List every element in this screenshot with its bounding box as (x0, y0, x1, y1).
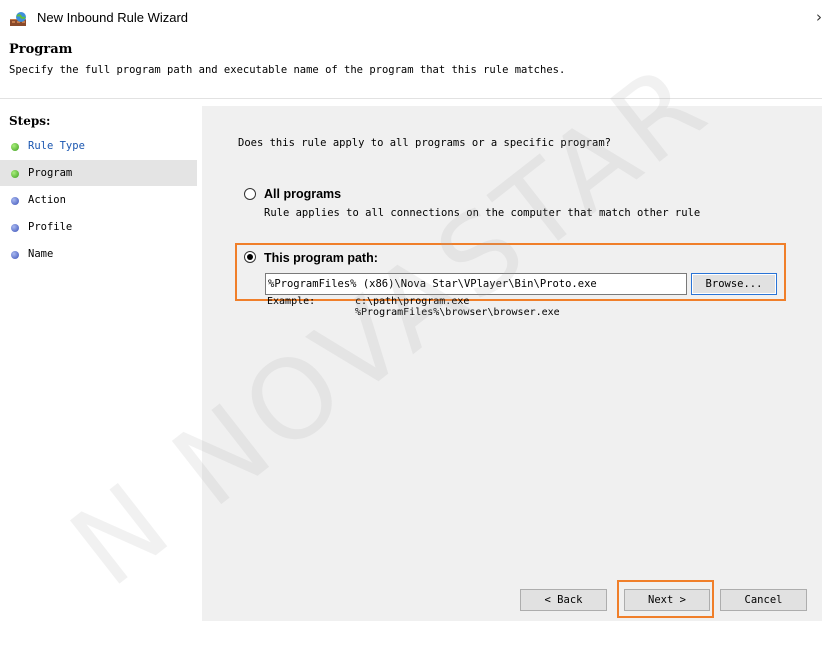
step-pending-icon (11, 251, 19, 259)
example-paths: c:\path\program.exe %ProgramFiles%\brows… (355, 296, 560, 318)
header-divider (0, 98, 822, 99)
step-pending-icon (11, 224, 19, 232)
question-text: Does this rule apply to all programs or … (238, 137, 611, 149)
steps-title: Steps: (9, 114, 51, 128)
content-panel: Does this rule apply to all programs or … (202, 106, 822, 621)
page-subtitle: Specify the full program path and execut… (9, 64, 566, 76)
step-program[interactable]: Program (0, 160, 197, 186)
cancel-button-label: Cancel (744, 594, 783, 606)
all-programs-radio[interactable] (244, 188, 256, 200)
step-complete-icon (11, 170, 19, 178)
chevron-right-icon[interactable]: › (816, 8, 822, 26)
step-action[interactable]: Action (0, 187, 197, 213)
window-title: New Inbound Rule Wizard (37, 10, 189, 25)
step-pending-icon (11, 197, 19, 205)
step-complete-icon (11, 143, 19, 151)
page-title: Program (9, 42, 73, 57)
program-path-radio[interactable] (244, 251, 256, 263)
all-programs-label[interactable]: All programs (264, 187, 341, 201)
example-line: %ProgramFiles%\browser\browser.exe (355, 307, 560, 318)
next-button-label: Next > (648, 594, 686, 606)
step-label: Rule Type (28, 140, 85, 152)
step-label: Name (28, 248, 54, 260)
title-bar: New Inbound Rule Wizard › (0, 0, 822, 36)
firewall-wizard-icon (9, 11, 29, 27)
step-rule-type[interactable]: Rule Type (0, 133, 197, 159)
step-label: Action (28, 194, 66, 206)
browse-button-label: Browse... (705, 278, 763, 290)
step-label: Profile (28, 221, 73, 233)
step-profile[interactable]: Profile (0, 214, 197, 240)
step-name[interactable]: Name (0, 241, 197, 267)
example-label: Example: (267, 296, 316, 307)
cancel-button[interactable]: Cancel (720, 589, 807, 611)
program-path-label[interactable]: This program path: (264, 251, 378, 265)
steps-sidebar: Steps: Rule Type Program Action Profile … (0, 106, 197, 621)
example-line: c:\path\program.exe (355, 296, 470, 307)
back-button-label: < Back (544, 594, 583, 606)
browse-button[interactable]: Browse... (691, 273, 777, 295)
program-path-input[interactable]: %ProgramFiles% (x86)\Nova Star\VPlayer\B… (265, 273, 687, 295)
step-label: Program (28, 167, 73, 179)
all-programs-description: Rule applies to all connections on the c… (264, 207, 701, 219)
back-button[interactable]: < Back (520, 589, 607, 611)
next-button[interactable]: Next > (624, 589, 710, 611)
